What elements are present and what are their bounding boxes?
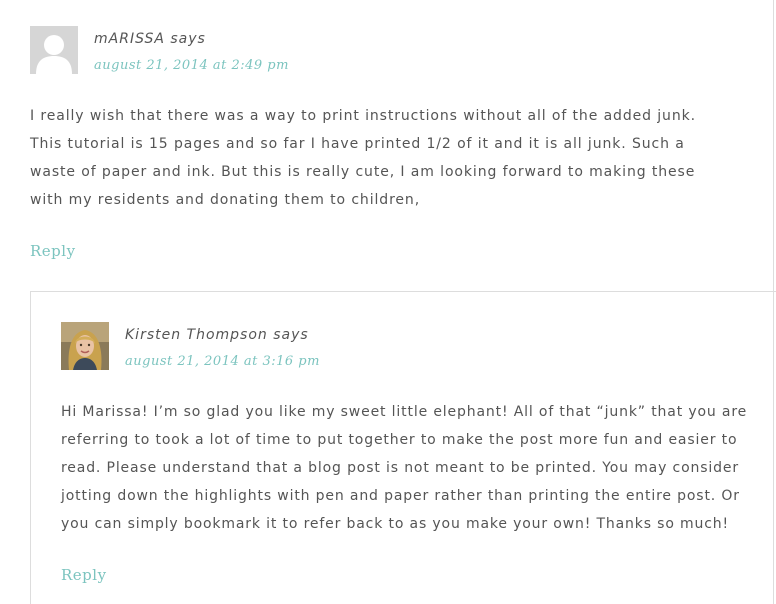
user-photo (61, 322, 109, 370)
author-name: mARISSA (94, 31, 165, 47)
author-says: says (273, 327, 309, 343)
comment-author: Kirsten Thompson says (125, 327, 309, 343)
reply-thread-border-left (30, 291, 31, 604)
comment-body: Hi Marissa! I’m so glad you like my swee… (61, 404, 748, 532)
avatar (30, 26, 78, 74)
reply-thread-border (30, 291, 776, 292)
avatar (61, 322, 109, 370)
default-user-icon (30, 26, 78, 74)
comment-author: mARISSA says (94, 31, 206, 47)
comment-date[interactable]: august 21, 2014 at 2:49 pm (94, 58, 289, 73)
page-border-line (773, 0, 774, 291)
comment-date[interactable]: august 21, 2014 at 3:16 pm (125, 354, 320, 369)
reply-button[interactable]: Reply (30, 242, 76, 260)
comment-body: I really wish that there was a way to pr… (30, 108, 696, 208)
author-says: says (170, 31, 206, 47)
reply-thread-border-right (773, 291, 774, 604)
author-name: Kirsten Thompson (125, 327, 268, 343)
reply-button[interactable]: Reply (61, 566, 107, 584)
